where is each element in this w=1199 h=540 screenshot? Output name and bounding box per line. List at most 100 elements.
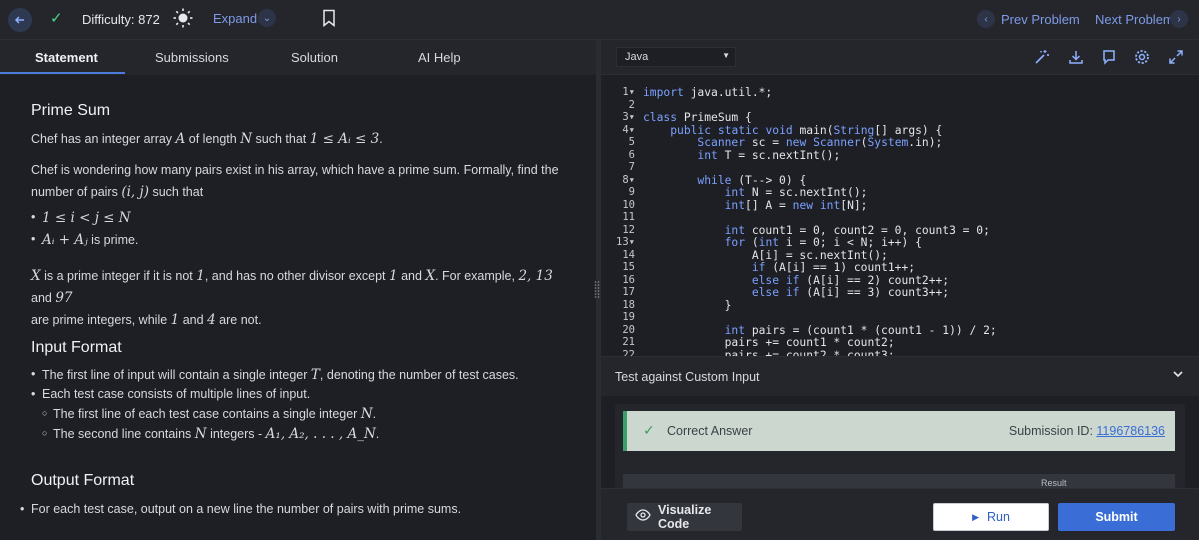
results-box: ✓ Correct Answer Submission ID: 11967861… [615, 404, 1185, 488]
statement-paragraph: X is a prime integer if it is not 1, and… [31, 268, 553, 328]
difficulty-label: Difficulty: 872 [82, 12, 160, 27]
line-number: 11 [622, 211, 635, 223]
code-line[interactable]: import java.util.*; [643, 86, 772, 99]
tab-submissions[interactable]: Submissions [155, 50, 229, 65]
line-number: 14 [622, 248, 635, 261]
line-number: 5 [628, 136, 635, 148]
list-item: The first line of each test case contain… [42, 406, 376, 422]
custom-input-toggle[interactable]: Test against Custom Input [601, 356, 1199, 396]
code-line[interactable]: public static void main(String[] args) { [643, 124, 942, 137]
line-number: 20 [622, 323, 635, 336]
problem-title: Prime Sum [31, 102, 111, 119]
play-icon: ▶ [972, 511, 979, 522]
chevron-down-icon[interactable] [1171, 367, 1185, 381]
result-table-header: Result [623, 474, 1175, 488]
results-panel: ✓ Correct Answer Submission ID: 11967861… [601, 396, 1199, 488]
language-select[interactable]: Java ▼ [616, 47, 736, 67]
code-line[interactable]: pairs += count1 * count2; [643, 336, 895, 349]
problem-tabs: Statement Submissions Solution AI Help [0, 40, 596, 75]
line-number: 12 [622, 223, 635, 236]
sun-icon[interactable] [172, 7, 194, 29]
code-line[interactable]: class PrimeSum { [643, 111, 752, 124]
fullscreen-icon[interactable] [1168, 49, 1184, 65]
code-line[interactable]: else if (A[i] == 2) count2++; [643, 274, 949, 287]
download-icon[interactable] [1068, 49, 1084, 65]
statement-paragraph: Chef is wondering how many pairs exist i… [31, 163, 559, 200]
solved-check-icon: ✓ [50, 10, 63, 27]
prev-problem-button[interactable]: Prev Problem [1001, 12, 1080, 27]
code-line[interactable]: int N = sc.nextInt(); [643, 186, 868, 199]
code-line[interactable]: int count1 = 0, count2 = 0, count3 = 0; [643, 224, 990, 237]
output-text: For each test case, output on a new line… [20, 502, 461, 516]
code-editor[interactable]: 1▾ 2 3▾ 4▾ 5 6 7 8▾ 9 10 11 12 13▾ 14 15 16 17 18 19 20 21 22… [601, 75, 1199, 356]
result-column-header: Result [1041, 478, 1067, 488]
code-line[interactable]: int[] A = new int[N]; [643, 199, 868, 212]
caret-down-icon: ▼ [722, 51, 730, 60]
line-number: 4▾ [622, 123, 635, 136]
back-arrow-icon[interactable] [8, 8, 32, 32]
custom-input-label: Test against Custom Input [615, 370, 760, 384]
chevron-left-icon[interactable]: ‹ [977, 10, 995, 28]
code-line[interactable]: Scanner sc = new Scanner(System.in); [643, 136, 942, 149]
output-format-heading: Output Format [31, 472, 135, 489]
tab-statement[interactable]: Statement [35, 50, 98, 65]
code-line[interactable]: if (A[i] == 1) count1++; [643, 261, 915, 274]
submit-button[interactable]: Submit [1058, 503, 1175, 531]
line-number: 13▾ [616, 236, 635, 248]
top-bar: ✓ Difficulty: 872 Expand ⌄ ‹ Prev Proble… [0, 0, 1199, 40]
line-number: 9 [628, 186, 635, 198]
code-line[interactable]: int pairs = (count1 * (count1 - 1)) / 2; [643, 324, 997, 337]
comment-icon[interactable] [1101, 49, 1117, 65]
chevron-down-icon[interactable]: ⌄ [258, 9, 276, 27]
check-icon: ✓ [643, 422, 655, 438]
list-item: The second line contains N integers - A₁… [42, 426, 379, 442]
code-line[interactable]: else if (A[i] == 3) count3++; [643, 286, 949, 299]
tab-solution[interactable]: Solution [291, 50, 338, 65]
editor-toolbar: Java ▼ [601, 40, 1199, 75]
code-line[interactable]: } [643, 299, 732, 312]
status-text: Correct Answer [667, 424, 753, 438]
line-number: 1▾ [622, 86, 635, 98]
code-line[interactable]: for (int i = 0; i < N; i++) { [643, 236, 922, 249]
input-format-heading: Input Format [31, 339, 122, 356]
expand-button[interactable]: Expand [213, 11, 257, 26]
code-line[interactable]: A[i] = sc.nextInt(); [643, 249, 888, 262]
visualize-code-button[interactable]: Visualize Code [627, 503, 742, 531]
list-item: The first line of input will contain a s… [31, 367, 519, 383]
code-line[interactable]: int T = sc.nextInt(); [643, 149, 840, 162]
gear-icon[interactable] [1134, 49, 1150, 65]
line-number: 7 [628, 161, 635, 173]
line-number: 21 [622, 336, 635, 348]
magic-wand-icon[interactable] [1034, 49, 1050, 65]
problem-statement: Prime Sum Chef has an integer array A of… [0, 75, 596, 540]
status-banner: ✓ Correct Answer Submission ID: 11967861… [623, 411, 1175, 451]
line-number: 19 [622, 311, 635, 323]
line-number: 6 [628, 148, 635, 161]
line-number: 22 [622, 348, 635, 357]
chevron-right-icon[interactable]: › [1170, 10, 1188, 28]
list-item: Each test case consists of multiple line… [31, 387, 310, 401]
list-item: Aᵢ + Aⱼ is prime. [31, 232, 138, 248]
next-problem-button[interactable]: Next Problem [1095, 12, 1174, 27]
statement-paragraph: Chef has an integer array A of length N … [31, 131, 383, 147]
line-number: 8▾ [622, 173, 635, 186]
tab-ai-help[interactable]: AI Help [418, 50, 461, 65]
line-number-gutter: 1▾ 2 3▾ 4▾ 5 6 7 8▾ 9 10 11 12 13▾ 14 15 16 17 18 19 20 21 22 [601, 75, 639, 356]
submission-id: Submission ID: 1196786136 [1008, 424, 1165, 438]
eye-icon [635, 508, 651, 526]
line-number: 16 [622, 273, 635, 286]
line-number: 15 [622, 261, 635, 273]
bookmark-icon[interactable] [322, 9, 336, 28]
code-line[interactable]: while (T--> 0) { [643, 174, 806, 187]
line-number: 17 [622, 286, 635, 298]
line-number: 3▾ [622, 111, 635, 123]
submission-id-link[interactable]: 1196786136 [1096, 424, 1165, 438]
list-item: 1 ≤ i < j ≤ N [31, 210, 131, 226]
run-button[interactable]: ▶ Run [933, 503, 1049, 531]
drag-handle-icon[interactable] [594, 280, 600, 300]
line-number: 18 [622, 298, 635, 311]
code-line[interactable]: pairs += count2 * count3; [643, 349, 895, 357]
action-bar: Visualize Code ▶ Run Submit [601, 488, 1199, 540]
line-number: 2 [628, 98, 635, 111]
active-tab-indicator [0, 72, 125, 74]
